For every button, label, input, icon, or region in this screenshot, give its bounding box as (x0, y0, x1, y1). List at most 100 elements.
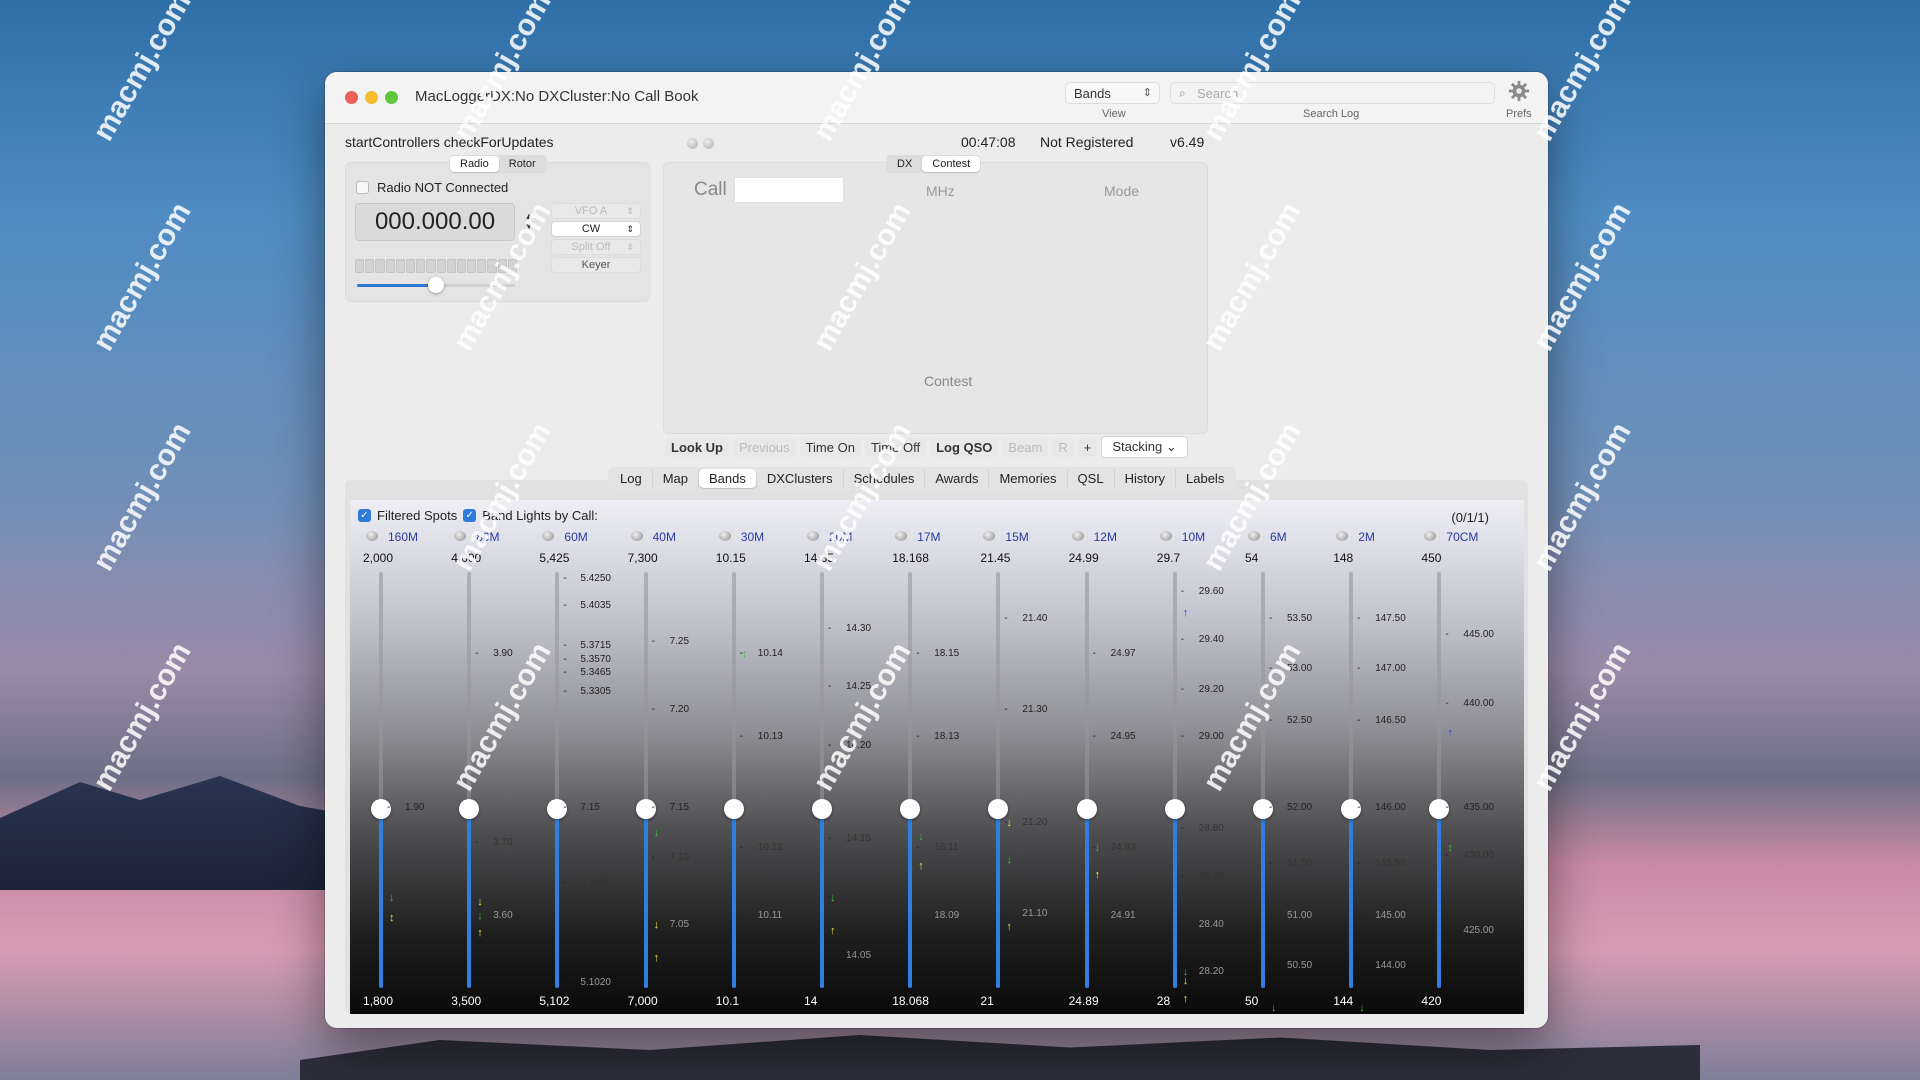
frequency-tick-label: 7.25 (669, 635, 690, 647)
spot-arrow-down-icon[interactable]: ↓ (1006, 855, 1012, 866)
zoom-button[interactable] (385, 91, 398, 104)
frequency-display[interactable]: 000.000.00 (355, 203, 515, 241)
spot-arrow-down-icon[interactable]: ↓ (1271, 1002, 1277, 1013)
band-slider-knob[interactable] (900, 799, 921, 820)
tab-history[interactable]: History (1115, 469, 1177, 488)
time-off-button[interactable]: Time Off (864, 437, 927, 457)
band-name[interactable]: 80M (476, 530, 499, 544)
band-slider[interactable] (379, 572, 383, 988)
band-name[interactable]: 12M (1094, 530, 1117, 544)
tab-contest[interactable]: Contest (922, 156, 981, 172)
band-slider[interactable] (820, 572, 824, 988)
band-slider[interactable] (643, 572, 648, 988)
band-name[interactable]: 70CM (1446, 530, 1478, 544)
band-slider[interactable] (1437, 572, 1442, 988)
mode-select[interactable]: CW ⇕ (551, 221, 641, 237)
time-on-button[interactable]: Time On (799, 437, 861, 457)
band-name[interactable]: 10M (1182, 530, 1205, 544)
add-button[interactable]: + (1077, 437, 1098, 457)
spot-arrow-down-icon[interactable]: ↓ (918, 832, 924, 843)
checkbox-box[interactable] (356, 181, 369, 194)
spot-arrow-both-icon[interactable]: ↕ (742, 649, 748, 660)
band-slider-fill (467, 809, 472, 988)
spot-arrow-down-icon[interactable]: ↓ (654, 919, 660, 930)
previous-button[interactable]: Previous (733, 437, 796, 457)
spot-arrow-up-icon[interactable]: ↑ (477, 927, 483, 938)
band-slider-knob[interactable] (1164, 799, 1185, 820)
spot-arrow-down-icon[interactable]: ↓ (1006, 817, 1012, 828)
minimize-button[interactable] (365, 91, 378, 104)
tab-dx[interactable]: DX (887, 156, 922, 172)
tab-schedules[interactable]: Schedules (844, 469, 926, 488)
view-select[interactable]: Bands ⇕ (1065, 82, 1160, 104)
spot-arrow-down-icon[interactable]: ↓ (830, 892, 836, 903)
frequency-stepper[interactable]: ▲ ▼ (523, 211, 535, 233)
spot-arrow-up-icon[interactable]: ↑ (830, 925, 836, 936)
band-slider[interactable] (1084, 572, 1089, 988)
gear-icon[interactable] (1508, 80, 1530, 102)
band-name[interactable]: 2M (1358, 530, 1375, 544)
band-slider-knob[interactable] (1076, 799, 1097, 820)
band-slider[interactable] (996, 572, 1001, 988)
spot-arrow-up-icon[interactable]: ↑ (1183, 607, 1189, 618)
close-button[interactable] (345, 91, 358, 104)
spot-arrow-down-icon[interactable]: ↓ (1095, 842, 1101, 853)
band-slider[interactable] (908, 572, 913, 988)
band-slider-knob[interactable] (812, 799, 832, 820)
band-column-15m: 15M 21.45 21-21.40-21.30-21.20-21.10 ↓ ↓ ↑ (975, 500, 1063, 1014)
band-name[interactable]: 17M (917, 530, 940, 544)
band-name[interactable]: 40M (653, 530, 676, 544)
log-qso-button[interactable]: Log QSO (930, 437, 999, 457)
tab-map[interactable]: Map (653, 469, 699, 488)
spot-arrow-up-icon[interactable]: ↑ (1447, 728, 1453, 739)
tab-log[interactable]: Log (610, 469, 653, 488)
lookup-button[interactable]: Look Up (665, 437, 729, 457)
spot-arrow-down-icon[interactable]: ↓ (1183, 975, 1189, 986)
spot-arrow-up-icon[interactable]: ↑ (1183, 994, 1189, 1005)
tab-awards[interactable]: Awards (925, 469, 990, 488)
tab-qsl[interactable]: QSL (1068, 469, 1115, 488)
band-name[interactable]: 60M (564, 530, 587, 544)
tab-rotor[interactable]: Rotor (499, 156, 546, 172)
band-slider[interactable] (1172, 572, 1177, 988)
band-name[interactable]: 160M (388, 530, 418, 544)
spot-arrow-both-icon[interactable]: ↕ (1447, 842, 1453, 853)
spot-arrow-down-icon[interactable]: ↓ (389, 892, 395, 903)
tab-labels[interactable]: Labels (1176, 469, 1234, 488)
spot-arrow-down-icon[interactable]: ↓ (1359, 1002, 1365, 1013)
band-name[interactable]: 15M (1005, 530, 1028, 544)
keyer-button[interactable]: Keyer (551, 257, 641, 273)
band-name[interactable]: 20M (829, 530, 852, 544)
band-slider-knob[interactable] (459, 799, 480, 820)
power-slider[interactable] (357, 277, 515, 293)
tab-bands[interactable]: Bands (699, 469, 757, 488)
band-name[interactable]: 30M (741, 530, 764, 544)
band-slider[interactable] (1349, 572, 1354, 988)
spot-arrow-up-icon[interactable]: ↑ (1006, 921, 1012, 932)
spot-arrow-down-icon[interactable]: ↓ (477, 911, 483, 922)
tab-radio[interactable]: Radio (450, 156, 499, 172)
vfo-select[interactable]: VFO A ⇕ (551, 203, 641, 219)
spot-arrow-both-icon[interactable]: ↕ (389, 913, 395, 924)
band-slider[interactable] (731, 572, 736, 988)
spot-arrow-down-icon[interactable]: ↓ (654, 828, 660, 839)
band-name[interactable]: 6M (1270, 530, 1287, 544)
r-button[interactable]: R (1052, 437, 1074, 457)
power-slider-knob[interactable] (428, 277, 444, 293)
radio-connected-checkbox[interactable]: Radio NOT Connected (356, 180, 508, 195)
spot-arrow-up-icon[interactable]: ↑ (1095, 869, 1101, 880)
spot-arrow-up-icon[interactable]: ↑ (918, 861, 924, 872)
band-slider[interactable] (1261, 572, 1265, 988)
call-input[interactable] (734, 177, 844, 203)
band-slider-knob[interactable] (723, 799, 744, 820)
spot-arrow-up-icon[interactable]: ↑ (654, 952, 660, 963)
stacking-select[interactable]: Stacking ⌄ (1101, 436, 1188, 458)
beam-button[interactable]: Beam (1002, 437, 1049, 457)
tab-memories[interactable]: Memories (989, 469, 1068, 488)
search-input[interactable]: ⌕ Search (1170, 82, 1495, 104)
tab-dxclusters[interactable]: DXClusters (757, 469, 844, 488)
split-select[interactable]: Split Off ⇕ (551, 239, 641, 255)
band-slider[interactable] (555, 572, 560, 988)
band-slider[interactable] (467, 572, 472, 988)
spot-arrow-down-icon[interactable]: ↓ (477, 896, 483, 907)
